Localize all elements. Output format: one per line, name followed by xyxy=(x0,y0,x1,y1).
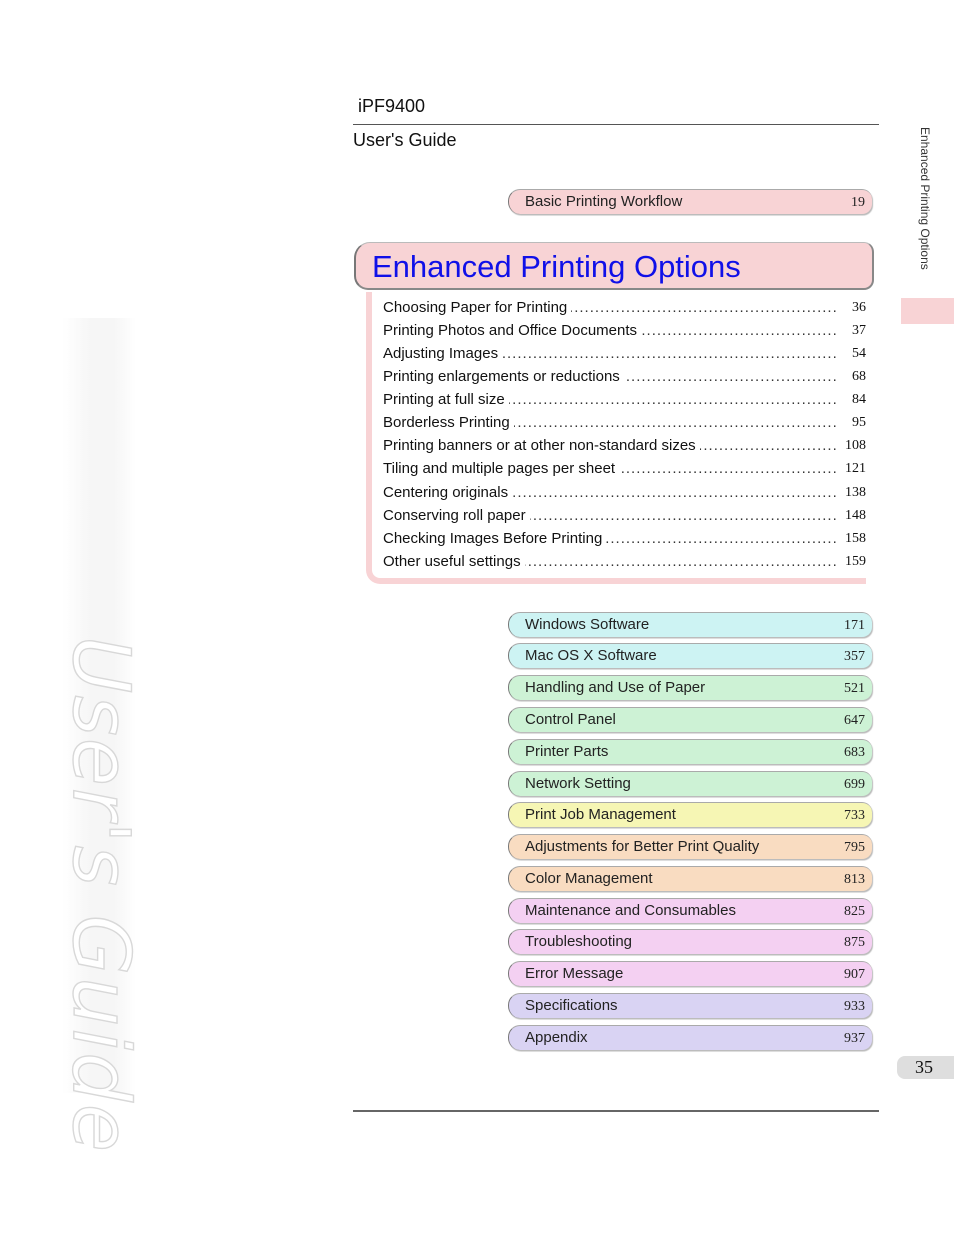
chapter-link[interactable]: Handling and Use of Paper 521 xyxy=(508,675,872,700)
page-number-tab: 35 xyxy=(897,1056,954,1079)
toc-entry-title: Printing enlargements or reductions xyxy=(383,368,624,385)
toc-entry[interactable]: ........................................… xyxy=(383,345,866,365)
users-guide-watermark: User's Guide xyxy=(54,635,145,1154)
chapter-title: Control Panel xyxy=(525,711,616,728)
chapter-link[interactable]: Specifications 933 xyxy=(508,993,872,1018)
toc-entry[interactable]: ........................................… xyxy=(383,391,866,411)
toc-entry[interactable]: ........................................… xyxy=(383,530,866,550)
chapter-page: 683 xyxy=(844,745,865,760)
chapter-page: 733 xyxy=(844,808,865,823)
chapter-page: 699 xyxy=(844,777,865,792)
toc-entry-page: 37 xyxy=(852,323,866,338)
side-section-label: Enhanced Printing Options xyxy=(918,127,938,287)
toc-entry-title: Tiling and multiple pages per sheet xyxy=(383,460,620,477)
chapter-title: Network Setting xyxy=(525,775,631,792)
chapter-link[interactable]: Print Job Management 733 xyxy=(508,802,872,827)
chapter-link[interactable]: Windows Software 171 xyxy=(508,612,872,637)
guide-title: User's Guide xyxy=(353,130,457,150)
chapter-page: 825 xyxy=(844,904,865,919)
chapter-page: 937 xyxy=(844,1031,865,1046)
side-section-label-text: Enhanced Printing Options xyxy=(918,127,932,270)
toc-entry-page: 148 xyxy=(845,508,866,523)
chapter-page: 813 xyxy=(844,872,865,887)
toc-entry-title: Conserving roll paper xyxy=(383,507,530,524)
toc-entry-title: Centering originals xyxy=(383,484,513,501)
chapter-page: 647 xyxy=(844,713,865,728)
footer-divider xyxy=(353,1110,879,1112)
chapter-page: 19 xyxy=(851,195,865,210)
chapter-page: 171 xyxy=(844,618,865,633)
toc-entry-title: Choosing Paper for Printing xyxy=(383,299,572,316)
chapter-title: Error Message xyxy=(525,965,624,982)
toc-entry-page: 54 xyxy=(852,346,866,361)
chapter-title: Specifications xyxy=(525,997,618,1014)
toc-entry[interactable]: ........................................… xyxy=(383,553,866,573)
toc-entry-title: Printing at full size xyxy=(383,391,509,408)
chapter-title: Troubleshooting xyxy=(525,933,633,950)
toc-entry-page: 68 xyxy=(852,369,866,384)
chapter-title: Print Job Management xyxy=(525,806,676,823)
toc-entry-page: 159 xyxy=(845,554,866,569)
chapter-page: 357 xyxy=(844,649,865,664)
watermark-text: User's Guide xyxy=(54,635,145,1154)
toc-entry[interactable]: ........................................… xyxy=(383,322,866,342)
chapter-page: 795 xyxy=(844,840,865,855)
toc-entry[interactable]: ........................................… xyxy=(383,414,866,434)
chapter-title: Color Management xyxy=(525,870,653,887)
chapter-title: Adjustments for Better Print Quality xyxy=(525,838,760,855)
chapter-title: Printer Parts xyxy=(525,743,609,760)
chapter-page: 907 xyxy=(844,967,865,982)
toc-entry[interactable]: ........................................… xyxy=(383,507,866,527)
toc-entry[interactable]: ........................................… xyxy=(383,437,866,457)
toc-entry[interactable]: ........................................… xyxy=(383,484,866,504)
chapter-title: Handling and Use of Paper xyxy=(525,679,706,696)
toc-entry-title: Checking Images Before Printing xyxy=(383,530,607,547)
chapter-page: 933 xyxy=(844,999,865,1014)
toc-entry-title: Other useful settings xyxy=(383,553,525,570)
chapter-title: Maintenance and Consumables xyxy=(525,902,736,919)
toc-entry-page: 158 xyxy=(845,531,866,546)
chapter-title: Windows Software xyxy=(525,616,650,633)
section-title: Enhanced Printing Options xyxy=(372,249,741,284)
header-divider xyxy=(353,124,879,125)
chapter-title: Appendix xyxy=(525,1029,588,1046)
chapter-link[interactable]: Color Management 813 xyxy=(508,866,872,891)
toc-entry-title: Borderless Printing xyxy=(383,414,514,431)
chapter-title: Basic Printing Workflow xyxy=(525,193,683,210)
toc-entry-title: Printing Photos and Office Documents xyxy=(383,322,642,339)
toc-entry-page: 84 xyxy=(852,392,866,407)
toc-entry[interactable]: ........................................… xyxy=(383,299,866,319)
chapter-link[interactable]: Appendix 937 xyxy=(508,1025,872,1050)
toc-entry-page: 121 xyxy=(845,461,866,476)
chapter-page: 521 xyxy=(844,681,865,696)
toc-entry-page: 95 xyxy=(852,415,866,430)
chapter-link[interactable]: Error Message 907 xyxy=(508,961,872,986)
toc-entry-page: 108 xyxy=(845,438,866,453)
chapter-link[interactable]: Mac OS X Software 357 xyxy=(508,643,872,668)
chapter-link[interactable]: Troubleshooting 875 xyxy=(508,929,872,954)
page-number: 35 xyxy=(915,1057,933,1077)
toc-entry[interactable]: ........................................… xyxy=(383,368,866,388)
toc-entry[interactable]: ........................................… xyxy=(383,460,866,480)
printer-model: iPF9400 xyxy=(358,96,426,116)
side-section-tab[interactable] xyxy=(901,298,954,324)
chapter-link[interactable]: Printer Parts 683 xyxy=(508,739,872,764)
chapter-link[interactable]: Adjustments for Better Print Quality 795 xyxy=(508,834,872,859)
section-heading[interactable]: Enhanced Printing Options xyxy=(354,242,874,290)
toc-entry-title: Printing banners or at other non-standar… xyxy=(383,437,700,454)
toc-entry-title: Adjusting Images xyxy=(383,345,503,362)
chapter-link[interactable]: Maintenance and Consumables 825 xyxy=(508,898,872,923)
chapter-link-basic-printing-workflow[interactable]: Basic Printing Workflow 19 xyxy=(508,189,872,214)
toc-entry-page: 138 xyxy=(845,485,866,500)
chapter-page: 875 xyxy=(844,935,865,950)
chapter-title: Mac OS X Software xyxy=(525,647,657,664)
chapter-link[interactable]: Network Setting 699 xyxy=(508,771,872,796)
chapter-link[interactable]: Control Panel 647 xyxy=(508,707,872,732)
toc-entry-page: 36 xyxy=(852,300,866,315)
